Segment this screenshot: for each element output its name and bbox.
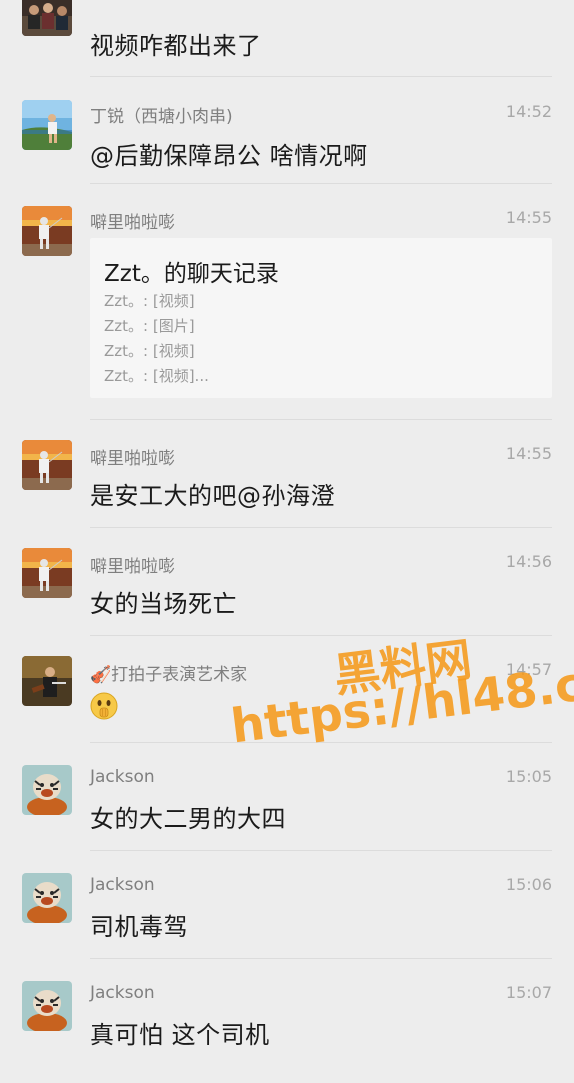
message-row: 视频咋都出来了	[0, 0, 574, 78]
message-row: 🎻打拍子表演艺术家 14:57	[0, 636, 574, 743]
chat-record-line: Zzt。: [图片]	[104, 317, 195, 335]
message-time: 15:06	[505, 875, 552, 894]
message-time: 14:56	[505, 552, 552, 571]
chat-record-line: Zzt。: [视频]...	[104, 367, 209, 385]
tiger-avatar-icon[interactable]	[22, 873, 72, 923]
seaside-person-avatar-icon[interactable]	[22, 100, 72, 150]
sender-name: Jackson	[90, 875, 155, 895]
message-row: 丁锐（西塘小肉串) 14:52 @后勤保障昂公 啥情况啊	[0, 78, 574, 184]
sender-name: Jackson	[90, 767, 155, 787]
message-text: 真可怕 这个司机	[90, 1021, 270, 1049]
message-row: Jackson 15:06 司机毒驾	[0, 851, 574, 959]
fencer-avatar-icon[interactable]	[22, 206, 72, 256]
fencer-avatar-icon[interactable]	[22, 548, 72, 598]
message-row: 噼里啪啦嘭 14:56 女的当场死亡	[0, 528, 574, 636]
sender-name: 丁锐（西塘小肉串)	[90, 107, 233, 127]
chat-record-line: Zzt。: [视频]	[104, 292, 195, 310]
message-text: 视频咋都出来了	[90, 32, 262, 60]
people-photo-avatar-icon[interactable]	[22, 0, 72, 36]
message-text: 是安工大的吧@孙海澄	[90, 482, 335, 510]
sender-name: 噼里啪啦嘭	[90, 449, 175, 469]
violinist-avatar-icon[interactable]	[22, 656, 72, 706]
tiger-avatar-icon[interactable]	[22, 765, 72, 815]
message-row: Jackson 15:07 真可怕 这个司机	[0, 959, 574, 1083]
fencer-avatar-icon[interactable]	[22, 440, 72, 490]
chat-record-card[interactable]: Zzt。的聊天记录 Zzt。: [视频] Zzt。: [图片] Zzt。: [视…	[90, 238, 552, 398]
message-row: 噼里啪啦嘭 14:55 是安工大的吧@孙海澄	[0, 420, 574, 528]
message-time: 15:07	[505, 983, 552, 1002]
message-time: 15:05	[505, 767, 552, 786]
message-row: 噼里啪啦嘭 14:55 Zzt。的聊天记录 Zzt。: [视频] Zzt。: […	[0, 184, 574, 420]
chat-feed: 视频咋都出来了 丁锐（西塘小肉串) 14:52 @后勤保障昂公 啥情况啊 噼里啪…	[0, 0, 574, 1083]
message-time: 14:52	[505, 102, 552, 121]
message-text: @后勤保障昂公 啥情况啊	[90, 142, 368, 170]
divider	[90, 76, 552, 77]
sender-name: 噼里啪啦嘭	[90, 557, 175, 577]
chat-record-title: Zzt。的聊天记录	[104, 261, 279, 287]
message-time: 14:55	[505, 444, 552, 463]
shush-face-emoji	[90, 692, 118, 720]
message-time: 14:55	[505, 208, 552, 227]
message-text: 女的大二男的大四	[90, 805, 286, 833]
message-time: 14:57	[505, 660, 552, 679]
sender-name: 噼里啪啦嘭	[90, 213, 175, 233]
sender-name: 🎻打拍子表演艺术家	[90, 665, 248, 685]
message-text: 司机毒驾	[90, 913, 188, 941]
message-row: Jackson 15:05 女的大二男的大四	[0, 743, 574, 851]
message-text: 女的当场死亡	[90, 590, 237, 618]
chat-record-line: Zzt。: [视频]	[104, 342, 195, 360]
sender-name: Jackson	[90, 983, 155, 1003]
tiger-avatar-icon[interactable]	[22, 981, 72, 1031]
